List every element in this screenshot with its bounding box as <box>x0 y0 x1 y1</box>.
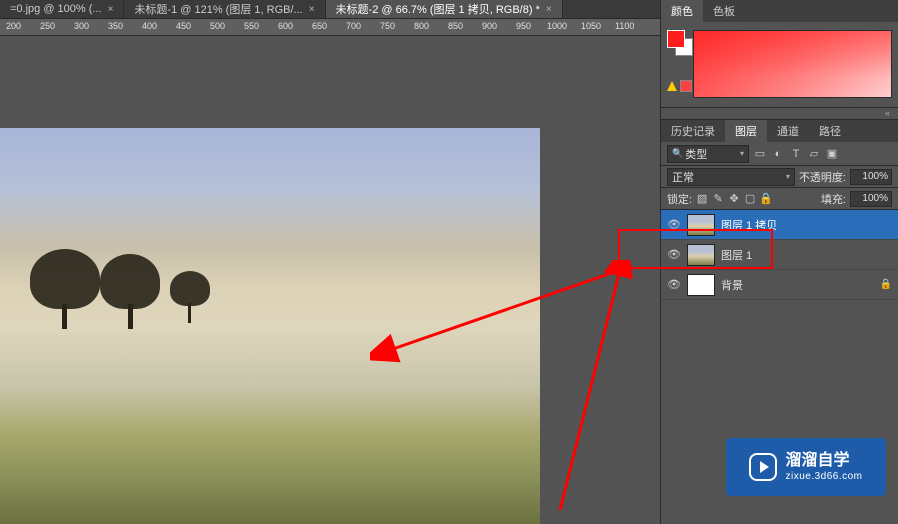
opacity-input[interactable]: 100% <box>850 169 892 185</box>
layer-name[interactable]: 背景 <box>721 277 743 293</box>
close-icon[interactable]: × <box>309 4 315 15</box>
opacity-label: 不透明度: <box>799 169 846 185</box>
ruler-tick-label: 600 <box>278 21 293 31</box>
ruler-tick-label: 500 <box>210 21 225 31</box>
ruler-tick-label: 250 <box>40 21 55 31</box>
lock-position-icon[interactable]: ✥ <box>728 193 740 205</box>
close-icon[interactable]: × <box>546 4 552 15</box>
ruler-tick-label: 550 <box>244 21 259 31</box>
filter-pixel-icon[interactable]: ▭ <box>753 147 767 161</box>
gamut-suggested-swatch[interactable] <box>680 80 692 92</box>
image-content <box>30 249 100 309</box>
tab-channels[interactable]: 通道 <box>767 120 809 142</box>
fill-input[interactable]: 100% <box>850 191 892 207</box>
foreground-color-swatch[interactable] <box>667 30 685 48</box>
tab-swatches[interactable]: 色板 <box>703 0 745 22</box>
watermark-url: zixue.3d66.com <box>785 471 862 483</box>
layers-panel: 历史记录 图层 通道 路径 🔍 类型 ▾ ▭ ◐ T ▱ ▣ 正常 ▾ 不透明度… <box>661 120 898 300</box>
layer-row[interactable]: 👁 图层 1 拷贝 <box>661 210 898 240</box>
ruler-tick-label: 950 <box>516 21 531 31</box>
tab-label: =0.jpg @ 100% (... <box>10 3 102 15</box>
document-tab[interactable]: 未标题-1 @ 121% (图层 1, RGB/... × <box>124 0 325 18</box>
ruler-tick-label: 850 <box>448 21 463 31</box>
blend-mode-select[interactable]: 正常 ▾ <box>667 168 795 186</box>
layer-filter-type-select[interactable]: 🔍 类型 ▾ <box>667 145 749 163</box>
collapse-icon: « <box>885 108 890 118</box>
layers-panel-tabs: 历史记录 图层 通道 路径 <box>661 120 898 142</box>
ruler-tick-label: 1050 <box>581 21 601 31</box>
tab-history[interactable]: 历史记录 <box>661 120 725 142</box>
filter-shape-icon[interactable]: ▱ <box>807 147 821 161</box>
chevron-down-icon: ▾ <box>740 149 744 158</box>
filter-type-icon[interactable]: T <box>789 147 803 161</box>
document-tab-active[interactable]: 未标题-2 @ 66.7% (图层 1 拷贝, RGB/8) * × <box>326 0 563 18</box>
color-spectrum[interactable] <box>693 30 892 98</box>
chevron-down-icon: ▾ <box>786 172 790 181</box>
lock-icon: 🔒 <box>880 279 892 290</box>
color-panel-tabs: 颜色 色板 <box>661 0 898 22</box>
filter-smart-icon[interactable]: ▣ <box>825 147 839 161</box>
ruler-tick-label: 1000 <box>547 21 567 31</box>
tab-label: 未标题-2 @ 66.7% (图层 1 拷贝, RGB/8) * <box>336 1 540 17</box>
image-content <box>170 271 210 306</box>
fill-label: 填充: <box>821 191 846 207</box>
visibility-toggle-icon[interactable]: 👁 <box>667 278 681 291</box>
search-icon: 🔍 <box>672 148 683 159</box>
ruler-tick-label: 450 <box>176 21 191 31</box>
layer-kind-label: 类型 <box>685 146 707 162</box>
ruler-tick-label: 700 <box>346 21 361 31</box>
blend-opacity-row: 正常 ▾ 不透明度: 100% <box>661 166 898 188</box>
visibility-toggle-icon[interactable]: 👁 <box>667 218 681 231</box>
lock-all-icon[interactable]: 🔒 <box>760 193 772 205</box>
lock-transparency-icon[interactable]: ▨ <box>696 193 708 205</box>
layer-row[interactable]: 👁 图层 1 <box>661 240 898 270</box>
image-content <box>100 254 160 309</box>
layer-thumbnail[interactable] <box>687 274 715 296</box>
blend-mode-value: 正常 <box>672 169 694 185</box>
document-tab[interactable]: =0.jpg @ 100% (... × <box>0 0 124 18</box>
filter-adjustment-icon[interactable]: ◐ <box>771 147 785 161</box>
play-icon <box>749 453 777 481</box>
ruler-tick-label: 300 <box>74 21 89 31</box>
layer-name[interactable]: 图层 1 拷贝 <box>721 217 777 233</box>
panel-collapse-button[interactable]: « <box>661 108 898 120</box>
ruler-tick-label: 1100 <box>615 21 634 31</box>
watermark-title: 溜溜自学 <box>785 451 862 470</box>
document-canvas[interactable] <box>0 128 540 524</box>
lock-pixels-icon[interactable]: ✎ <box>712 193 724 205</box>
layer-name[interactable]: 图层 1 <box>721 247 752 263</box>
canvas-area <box>0 36 660 524</box>
tab-label: 未标题-1 @ 121% (图层 1, RGB/... <box>134 1 302 17</box>
layer-filter-row: 🔍 类型 ▾ ▭ ◐ T ▱ ▣ <box>661 142 898 166</box>
layer-thumbnail[interactable] <box>687 214 715 236</box>
lock-fill-row: 锁定: ▨ ✎ ✥ ▢ 🔒 填充: 100% <box>661 188 898 210</box>
layer-row[interactable]: 👁 背景 🔒 <box>661 270 898 300</box>
tab-layers[interactable]: 图层 <box>725 120 767 142</box>
fg-bg-swatch[interactable] <box>667 30 687 99</box>
ruler-tick-label: 900 <box>482 21 497 31</box>
lock-artboard-icon[interactable]: ▢ <box>744 193 756 205</box>
layer-thumbnail[interactable] <box>687 244 715 266</box>
ruler-tick-label: 650 <box>312 21 327 31</box>
ruler-tick-label: 350 <box>108 21 123 31</box>
ruler-tick-label: 750 <box>380 21 395 31</box>
tab-paths[interactable]: 路径 <box>809 120 851 142</box>
gamut-warning-icon[interactable] <box>667 81 677 91</box>
ruler-tick-label: 400 <box>142 21 157 31</box>
ruler-tick-label: 800 <box>414 21 429 31</box>
visibility-toggle-icon[interactable]: 👁 <box>667 248 681 261</box>
watermark-logo: 溜溜自学 zixue.3d66.com <box>726 438 886 496</box>
close-icon[interactable]: × <box>108 4 114 15</box>
lock-label: 锁定: <box>667 191 692 207</box>
color-panel-body <box>661 22 898 108</box>
ruler-tick-label: 200 <box>6 21 21 31</box>
tab-color[interactable]: 颜色 <box>661 0 703 22</box>
